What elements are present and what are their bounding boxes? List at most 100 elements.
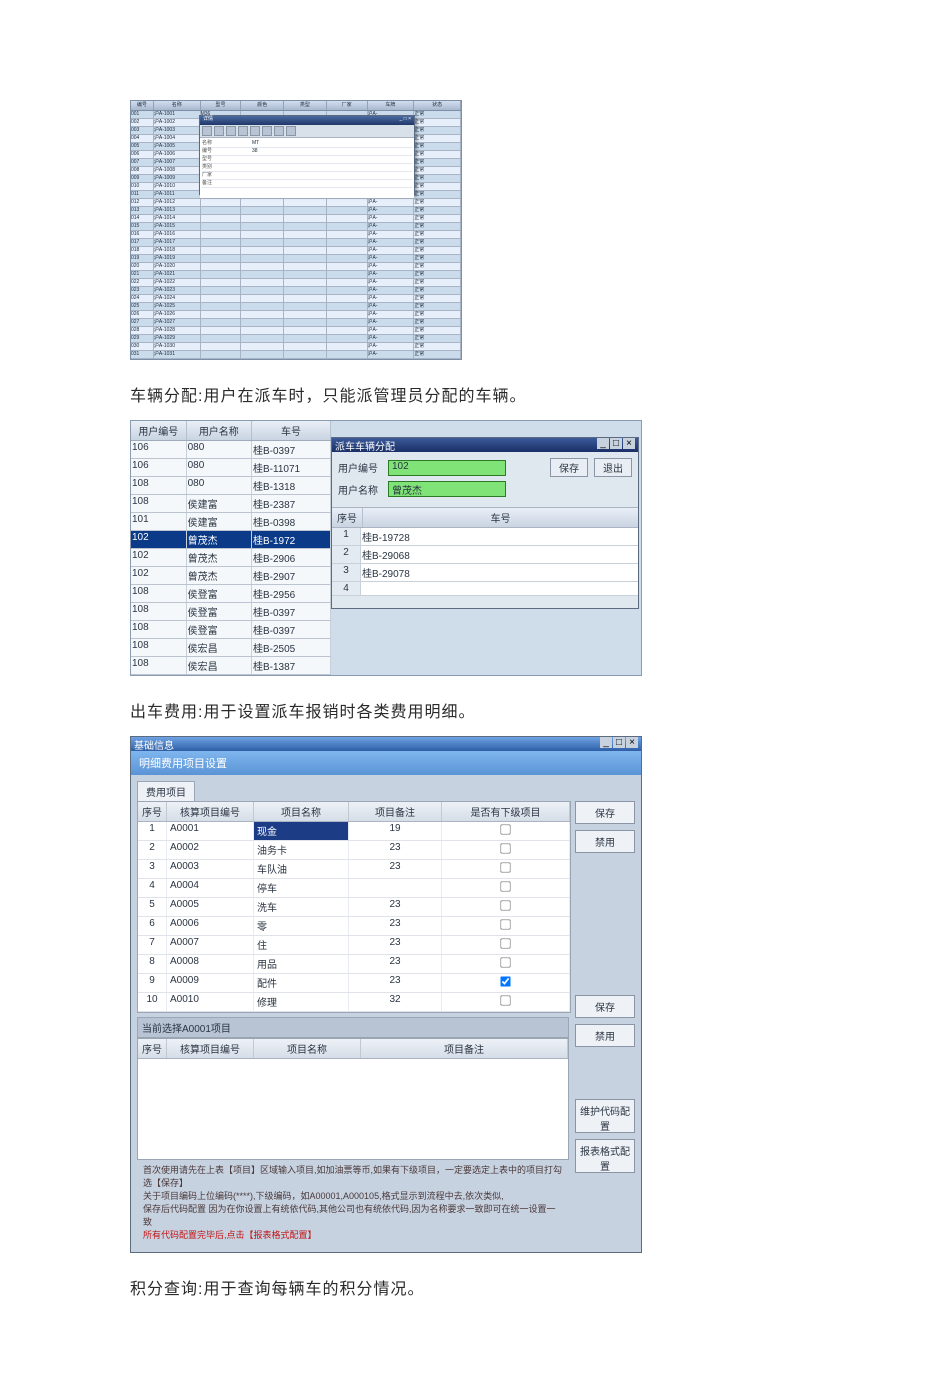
table-row[interactable]: 108侯登富桂B-0397 xyxy=(131,621,331,639)
col-vehicle[interactable]: 车号 xyxy=(363,508,638,527)
table-row[interactable]: 031沪A-1031沪A-正常 xyxy=(131,351,461,359)
disable2-button[interactable]: 禁用 xyxy=(575,1024,635,1047)
table-row[interactable]: 108侯登富桂B-2956 xyxy=(131,585,331,603)
fee-subitems-grid[interactable]: 序号 核算项目编号 项目名称 项目备注 xyxy=(137,1038,569,1160)
table-row[interactable]: 013沪A-1013沪A-正常 xyxy=(131,207,461,215)
table-row[interactable]: 102曾茂杰桂B-2906 xyxy=(131,549,331,567)
has-children-checkbox[interactable] xyxy=(500,995,510,1005)
fig1-col[interactable]: 车牌 xyxy=(368,101,415,110)
has-children-checkbox[interactable] xyxy=(500,881,510,891)
fee-items-grid[interactable]: 序号 核算项目编号 项目名称 项目备注 是否有下级项目 1A0001现金192A… xyxy=(137,801,571,1013)
fig1-col[interactable]: 编号 xyxy=(131,101,154,110)
table-row[interactable]: 3桂B-29078 xyxy=(332,564,638,582)
table-row[interactable]: 6A0006零23 xyxy=(138,917,570,936)
table-row[interactable]: 9A0009配件23 xyxy=(138,974,570,993)
table-row[interactable]: 108侯宏昌桂B-1387 xyxy=(131,657,331,675)
table-row[interactable]: 023沪A-1023沪A-正常 xyxy=(131,287,461,295)
table-row[interactable]: 027沪A-1027沪A-正常 xyxy=(131,319,461,327)
table-row[interactable]: 014沪A-1014沪A-正常 xyxy=(131,215,461,223)
exit-button[interactable]: 退出 xyxy=(594,458,632,477)
table-row[interactable]: 10A0010修理32 xyxy=(138,993,570,1012)
has-children-checkbox[interactable] xyxy=(500,976,510,986)
table-row[interactable]: 101侯建富桂B-0398 xyxy=(131,513,331,531)
table-row[interactable]: 030沪A-1030沪A-正常 xyxy=(131,343,461,351)
table-row[interactable]: 012沪A-1012沪A-正常 xyxy=(131,199,461,207)
col-user-id[interactable]: 用户编号 xyxy=(131,421,187,440)
col-seq[interactable]: 序号 xyxy=(138,802,167,821)
has-children-checkbox[interactable] xyxy=(500,862,510,872)
fig1-col[interactable]: 颜色 xyxy=(241,101,284,110)
table-row[interactable]: 025沪A-1025沪A-正常 xyxy=(131,303,461,311)
window-controls[interactable]: _□× xyxy=(596,438,635,452)
table-row[interactable]: 3A0003车队油23 xyxy=(138,860,570,879)
fig1-col[interactable]: 型号 xyxy=(201,101,242,110)
save-button[interactable]: 保存 xyxy=(575,801,635,824)
table-row[interactable]: 102曾茂杰桂B-2907 xyxy=(131,567,331,585)
section2-title: 当前选择A0001项目 xyxy=(137,1017,569,1038)
table-row[interactable]: 020沪A-1020沪A-正常 xyxy=(131,263,461,271)
save2-button[interactable]: 保存 xyxy=(575,995,635,1018)
table-row[interactable]: 028沪A-1028沪A-正常 xyxy=(131,327,461,335)
table-row[interactable]: 2A0002油务卡23 xyxy=(138,841,570,860)
has-children-checkbox[interactable] xyxy=(500,843,510,853)
fig1-col[interactable]: 类型 xyxy=(284,101,327,110)
table-row[interactable]: 029沪A-1029沪A-正常 xyxy=(131,335,461,343)
table-row[interactable]: 106080桂B-0397 xyxy=(131,441,331,459)
table-row[interactable]: 108侯登富桂B-0397 xyxy=(131,603,331,621)
table-row[interactable]: 024沪A-1024沪A-正常 xyxy=(131,295,461,303)
fig1-col[interactable]: 厂家 xyxy=(327,101,368,110)
table-row[interactable]: 4 xyxy=(332,582,638,596)
table-row[interactable]: 7A0007住23 xyxy=(138,936,570,955)
col-child[interactable]: 是否有下级项目 xyxy=(442,802,570,821)
has-children-checkbox[interactable] xyxy=(500,900,510,910)
disable-button[interactable]: 禁用 xyxy=(575,830,635,853)
col2-seq[interactable]: 序号 xyxy=(138,1039,167,1058)
table-row[interactable]: 2桂B-29068 xyxy=(332,546,638,564)
has-children-checkbox[interactable] xyxy=(500,824,510,834)
fig1-vehicle-grid: 编号名称型号颜色类型厂家车牌状态 001沪A-1001M36沪A-正常002沪A… xyxy=(130,100,462,360)
table-row[interactable]: 108侯建富桂B-2387 xyxy=(131,495,331,513)
table-row[interactable]: 5A0005洗车23 xyxy=(138,898,570,917)
table-row[interactable]: 102曾茂杰桂B-1972 xyxy=(131,531,331,549)
tab-fee-items[interactable]: 费用项目 xyxy=(137,781,195,801)
table-row[interactable]: 1桂B-19728 xyxy=(332,528,638,546)
has-children-checkbox[interactable] xyxy=(500,919,510,929)
table-row[interactable]: 8A0008用品23 xyxy=(138,955,570,974)
table-row[interactable]: 026沪A-1026沪A-正常 xyxy=(131,311,461,319)
table-row[interactable]: 4A0004停车 xyxy=(138,879,570,898)
save-button[interactable]: 保存 xyxy=(550,458,588,477)
input-user-id[interactable]: 102 xyxy=(388,460,506,476)
col2-code[interactable]: 核算项目编号 xyxy=(167,1039,254,1058)
has-children-checkbox[interactable] xyxy=(500,938,510,948)
window-controls[interactable]: _□× xyxy=(599,737,638,751)
table-row[interactable]: 021沪A-1021沪A-正常 xyxy=(131,271,461,279)
para-vehicle-assign: 车辆分配:用户在派车时，只能派管理员分配的车辆。 xyxy=(130,382,820,406)
table-row[interactable]: 017沪A-1017沪A-正常 xyxy=(131,239,461,247)
col-user-name[interactable]: 用户名称 xyxy=(187,421,252,440)
table-row[interactable]: 016沪A-1016沪A-正常 xyxy=(131,231,461,239)
col2-name[interactable]: 项目名称 xyxy=(254,1039,361,1058)
col-name[interactable]: 项目名称 xyxy=(254,802,349,821)
table-row[interactable]: 108侯宏昌桂B-2505 xyxy=(131,639,331,657)
label-user-id: 用户编号 xyxy=(338,460,388,475)
has-children-checkbox[interactable] xyxy=(500,957,510,967)
col-code[interactable]: 核算项目编号 xyxy=(167,802,254,821)
col-seq[interactable]: 序号 xyxy=(332,508,363,527)
col-note[interactable]: 项目备注 xyxy=(349,802,442,821)
window-controls[interactable]: _ □ × xyxy=(400,116,412,125)
col2-note[interactable]: 项目备注 xyxy=(361,1039,568,1058)
fig1-col[interactable]: 名称 xyxy=(154,101,201,110)
col-vehicle[interactable]: 车号 xyxy=(252,421,331,440)
table-row[interactable]: 015沪A-1015沪A-正常 xyxy=(131,223,461,231)
fig1-modal-toolbar[interactable] xyxy=(200,125,414,138)
table-row[interactable]: 022沪A-1022沪A-正常 xyxy=(131,279,461,287)
table-row[interactable]: 1A0001现金19 xyxy=(138,822,570,841)
table-row[interactable]: 019沪A-1019沪A-正常 xyxy=(131,255,461,263)
input-user-name[interactable]: 曾茂杰 xyxy=(388,481,506,497)
fig1-col[interactable]: 状态 xyxy=(414,101,461,110)
code-config-button[interactable]: 维护代码配置 xyxy=(575,1099,635,1133)
table-row[interactable]: 018沪A-1018沪A-正常 xyxy=(131,247,461,255)
table-row[interactable]: 106080桂B-11071 xyxy=(131,459,331,477)
report-config-button[interactable]: 报表格式配置 xyxy=(575,1139,635,1173)
table-row[interactable]: 108080桂B-1318 xyxy=(131,477,331,495)
